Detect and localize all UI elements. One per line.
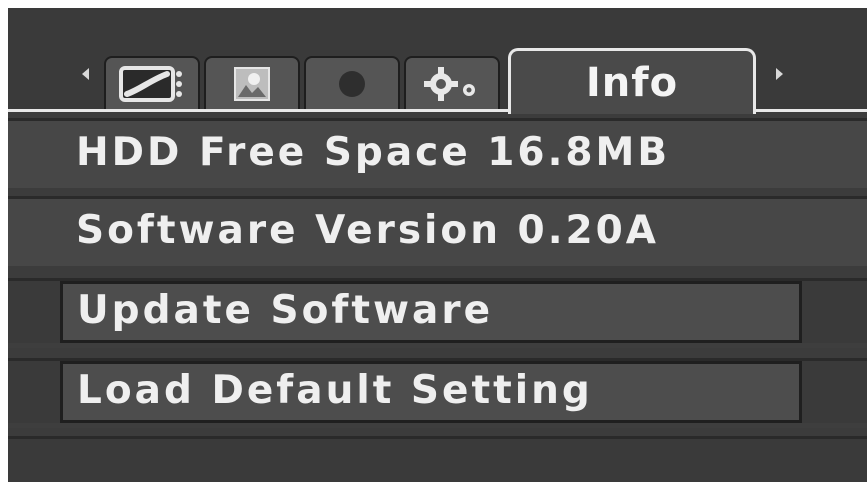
row-spacer-left: [8, 361, 60, 423]
arrow-left-icon[interactable]: [82, 68, 89, 80]
photo-icon: [234, 67, 270, 101]
tab-divider-gap: [511, 109, 753, 112]
load-default-setting-button[interactable]: Load Default Setting: [60, 361, 802, 423]
tv-icon: [119, 66, 185, 102]
tab-record[interactable]: [304, 56, 400, 110]
load-default-setting-label: Load Default Setting: [77, 368, 593, 413]
update-software-label: Update Software: [77, 288, 494, 333]
tab-info-label: Info: [585, 60, 679, 106]
row-spacer-right: [802, 361, 867, 423]
arrow-right-icon[interactable]: [776, 68, 783, 80]
record-icon: [337, 69, 367, 99]
update-software-row: Update Software: [8, 278, 867, 348]
tab-photo[interactable]: [204, 56, 300, 110]
empty-row: [8, 436, 867, 482]
load-default-setting-row: Load Default Setting: [8, 358, 867, 428]
row-spacer-right: [802, 281, 867, 343]
tab-settings[interactable]: [404, 56, 500, 110]
tab-bar: Info: [8, 8, 867, 114]
gear-icon: [423, 67, 481, 101]
tab-tv[interactable]: [104, 56, 200, 110]
tab-info[interactable]: Info: [508, 48, 756, 114]
hdd-free-space-label: HDD Free Space 16.8MB: [76, 130, 671, 175]
software-version-row: Software Version 0.20A: [8, 196, 867, 266]
hdd-free-space-row: HDD Free Space 16.8MB: [8, 118, 867, 188]
settings-screen: Info HDD Free Space 16.8MB Software Vers…: [8, 8, 867, 482]
software-version-label: Software Version 0.20A: [76, 208, 659, 253]
update-software-button[interactable]: Update Software: [60, 281, 802, 343]
row-spacer-left: [8, 281, 60, 343]
